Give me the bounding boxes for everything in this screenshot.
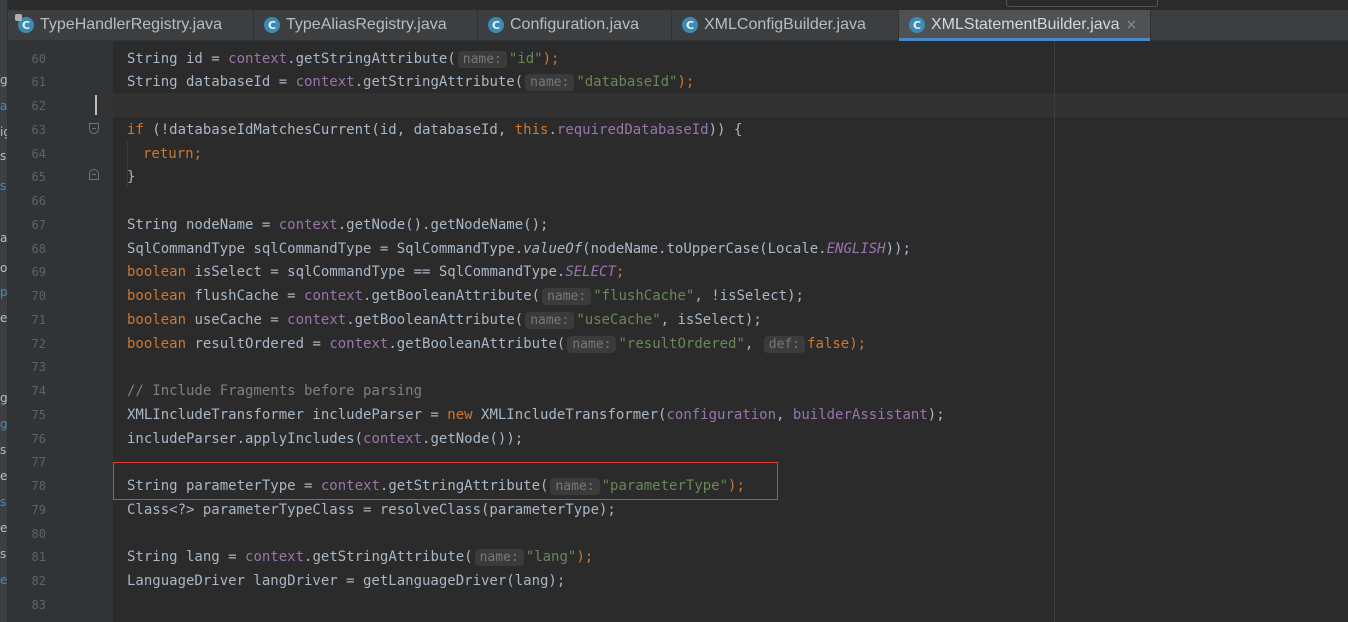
line-number: 65 — [31, 170, 46, 184]
param-hint: name: — [474, 549, 524, 566]
project-tree-fragment: p — [0, 285, 8, 299]
line-number: 67 — [31, 218, 46, 232]
tab-typehandlerregistry[interactable]: C TypeHandlerRegistry.java — [8, 10, 254, 40]
code-line-82[interactable]: LanguageDriver langDriver = getLanguageD… — [127, 572, 565, 590]
line-number: 61 — [31, 75, 46, 89]
param-hint: name: — [525, 74, 575, 91]
code-line-60[interactable]: String id = context.getStringAttribute(n… — [127, 50, 559, 68]
code-line-68[interactable]: SqlCommandType sqlCommandType = SqlComma… — [127, 240, 911, 258]
code-editor[interactable]: String id = context.getStringAttribute(n… — [95, 41, 1348, 622]
pin-icon — [15, 14, 22, 21]
project-tree-fragment: es — [0, 311, 8, 325]
param-hint: name: — [550, 478, 600, 495]
class-icon: C — [15, 14, 34, 33]
line-number: 73 — [31, 360, 46, 374]
tab-typealiasregistry[interactable]: C TypeAliasRegistry.java — [254, 10, 478, 40]
line-number: 83 — [31, 598, 46, 612]
line-number: 66 — [31, 194, 46, 208]
project-tree-fragment: s — [0, 495, 7, 509]
param-hint: name: — [567, 336, 617, 353]
project-tree-fragment: at — [0, 99, 8, 113]
project-tree-fragment: g — [0, 73, 8, 87]
project-tree-fragment: es — [0, 521, 8, 535]
code-line-75[interactable]: XMLIncludeTransformer includeParser = ne… — [127, 406, 945, 424]
code-line-67[interactable]: String nodeName = context.getNode().getN… — [127, 216, 548, 234]
project-panel-edge[interactable]: gatigssaojpesggsessesses — [0, 0, 8, 622]
project-tree-fragment: es — [0, 573, 8, 587]
code-line-74[interactable]: // Include Fragments before parsing — [127, 382, 422, 400]
param-hint: name: — [525, 312, 575, 329]
line-number-gutter[interactable]: 60 61 62 63 64 65 66 67 68 69 70 71 72 73 74 75 76 77 78 79… — [8, 41, 113, 622]
line-number: 68 — [31, 242, 46, 256]
line-number: 64 — [31, 147, 46, 161]
code-line-79[interactable]: Class<?> parameterTypeClass = resolveCla… — [127, 501, 616, 519]
tab-label: TypeAliasRegistry.java — [286, 16, 447, 33]
editor-tab-bar: C TypeHandlerRegistry.java C TypeAliasRe… — [8, 10, 1348, 41]
code-line-64[interactable]: return; — [143, 145, 202, 163]
line-number: 78 — [31, 479, 46, 493]
code-line-72[interactable]: boolean resultOrdered = context.getBoole… — [127, 335, 866, 353]
param-hint: def: — [763, 336, 806, 353]
line-number: 63 — [31, 123, 46, 137]
line-number: 74 — [31, 384, 46, 398]
code-line-81[interactable]: String lang = context.getStringAttribute… — [127, 548, 593, 566]
line-number: 62 — [31, 99, 46, 113]
tab-label: XMLStatementBuilder.java — [931, 16, 1120, 33]
line-number: 75 — [31, 408, 46, 422]
project-tree-fragment: s — [0, 547, 7, 561]
param-hint: name: — [542, 288, 592, 305]
class-icon: C — [682, 17, 698, 33]
fold-end-icon[interactable] — [89, 169, 99, 180]
top-frame-edge — [1006, 0, 1158, 7]
project-tree-fragment: g — [0, 417, 8, 431]
tab-label: Configuration.java — [510, 16, 639, 33]
tab-xmlstatementbuilder[interactable]: C XMLStatementBuilder.java × — [899, 10, 1151, 41]
param-hint: name: — [457, 51, 507, 68]
code-line-69[interactable]: boolean isSelect = sqlCommandType == Sql… — [127, 263, 624, 281]
code-line-70[interactable]: boolean flushCache = context.getBooleanA… — [127, 287, 804, 305]
line-number: 81 — [31, 550, 46, 564]
line-number: 71 — [31, 313, 46, 327]
line-number: 79 — [31, 503, 46, 517]
class-icon: C — [909, 17, 925, 33]
project-tree-fragment: a — [0, 231, 8, 245]
class-icon: C — [488, 17, 504, 33]
tab-configuration[interactable]: C Configuration.java — [478, 10, 672, 40]
fold-start-icon[interactable] — [89, 123, 99, 134]
line-number: 70 — [31, 289, 46, 303]
line-number: 77 — [31, 455, 46, 469]
right-margin-guide — [1054, 41, 1055, 622]
code-line-61[interactable]: String databaseId = context.getStringAtt… — [127, 73, 694, 91]
tab-label: XMLConfigBuilder.java — [704, 16, 866, 33]
code-line-65[interactable]: } — [127, 168, 135, 186]
project-tree-fragment: s — [0, 179, 7, 193]
project-tree-fragment: s — [0, 149, 7, 163]
text-caret — [95, 95, 97, 115]
code-line-78[interactable]: String parameterType = context.getString… — [127, 477, 745, 495]
current-line-highlight — [113, 93, 1348, 117]
project-tree-fragment: ig — [0, 125, 7, 139]
project-tree-fragment: g — [0, 391, 8, 405]
tab-xmlconfigbuilder[interactable]: C XMLConfigBuilder.java — [672, 10, 899, 40]
project-tree-fragment: oj — [0, 261, 8, 275]
line-number: 82 — [31, 574, 46, 588]
line-number: 60 — [31, 52, 46, 66]
close-tab-icon[interactable]: × — [1126, 17, 1138, 33]
project-tree-fragment: s — [0, 443, 7, 457]
line-number: 72 — [31, 337, 46, 351]
line-number: 76 — [31, 432, 46, 446]
project-tree-fragment: es — [0, 469, 8, 483]
class-icon: C — [264, 17, 280, 33]
tab-label: TypeHandlerRegistry.java — [40, 16, 223, 33]
line-number: 69 — [31, 265, 46, 279]
line-number: 80 — [31, 527, 46, 541]
code-line-76[interactable]: includeParser.applyIncludes(context.getN… — [127, 430, 523, 448]
code-line-71[interactable]: boolean useCache = context.getBooleanAtt… — [127, 311, 762, 329]
code-line-63[interactable]: if (!databaseIdMatchesCurrent(id, databa… — [127, 121, 742, 139]
